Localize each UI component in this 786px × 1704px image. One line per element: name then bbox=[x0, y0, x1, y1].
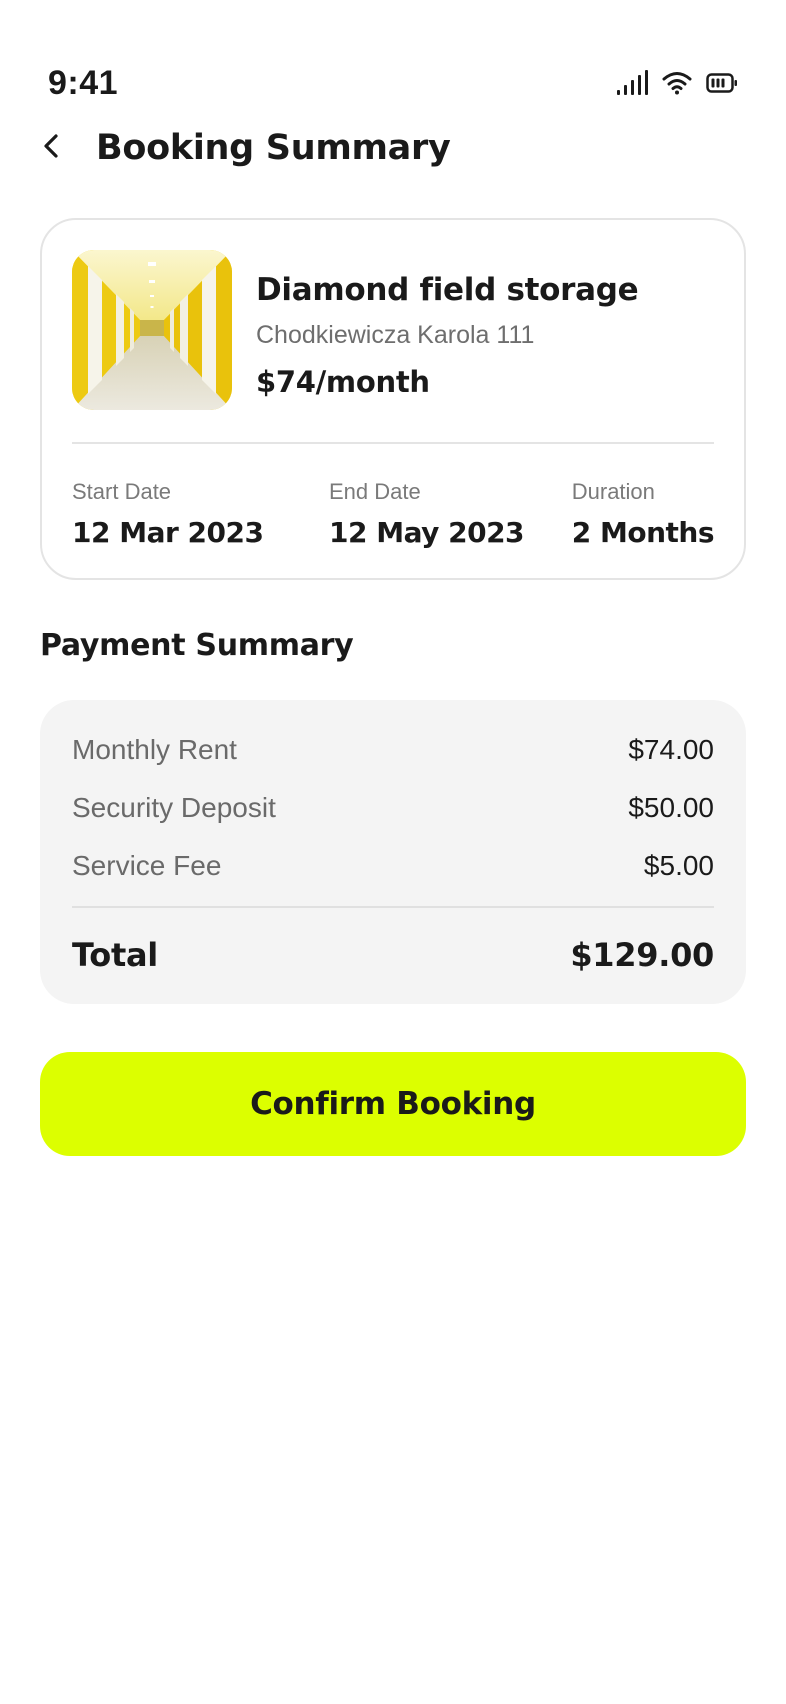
payment-label: Monthly Rent bbox=[72, 734, 237, 765]
storage-card[interactable]: Diamond field storage Chodkiewicza Karol… bbox=[40, 218, 746, 580]
page-title: Booking Summary bbox=[96, 128, 451, 168]
payment-value: $74.00 bbox=[628, 734, 714, 765]
storage-address: Chodkiewicza Karola 111 bbox=[256, 321, 535, 349]
card-divider bbox=[72, 442, 714, 444]
payment-row-service-fee: Service Fee $5.00 bbox=[72, 846, 714, 886]
payment-label: Service Fee bbox=[72, 850, 222, 881]
total-value: $129.00 bbox=[570, 936, 714, 974]
duration: Duration 2 Months bbox=[571, 478, 715, 550]
payment-summary-card: Monthly Rent $74.00 Security Deposit $50… bbox=[40, 700, 746, 1004]
total-label: Total bbox=[72, 936, 158, 974]
status-time: 9:41 bbox=[48, 63, 119, 102]
chevron-left-icon bbox=[40, 130, 64, 166]
end-date: End Date 12 May 2023 bbox=[329, 478, 525, 550]
payment-summary-title: Payment Summary bbox=[40, 628, 354, 663]
end-date-label: End Date bbox=[329, 479, 421, 504]
storage-name: Diamond field storage bbox=[256, 272, 639, 308]
start-date-value: 12 Mar 2023 bbox=[72, 516, 264, 549]
header: Booking Summary bbox=[40, 118, 746, 178]
end-date-value: 12 May 2023 bbox=[329, 516, 525, 549]
dates-row: Start Date 12 Mar 2023 End Date 12 May 2… bbox=[72, 478, 715, 558]
confirm-booking-label: Confirm Booking bbox=[250, 1086, 536, 1122]
payment-row-security-deposit: Security Deposit $50.00 bbox=[72, 788, 714, 828]
duration-label: Duration bbox=[571, 479, 655, 504]
back-button[interactable] bbox=[40, 118, 84, 178]
confirm-booking-button[interactable]: Confirm Booking bbox=[40, 1052, 746, 1156]
start-date: Start Date 12 Mar 2023 bbox=[72, 478, 264, 550]
duration-value: 2 Months bbox=[571, 516, 715, 549]
storage-price: $74/month bbox=[256, 365, 430, 399]
status-bar: 9:41 bbox=[48, 60, 738, 106]
storage-thumbnail bbox=[72, 250, 232, 410]
status-icons bbox=[616, 70, 738, 96]
cellular-signal-icon bbox=[616, 70, 648, 96]
battery-icon bbox=[706, 73, 738, 93]
payment-row-monthly-rent: Monthly Rent $74.00 bbox=[72, 730, 714, 770]
storage-info: Diamond field storage Chodkiewicza Karol… bbox=[256, 268, 724, 400]
payment-value: $50.00 bbox=[628, 792, 714, 823]
payment-value: $5.00 bbox=[643, 850, 714, 881]
wifi-icon bbox=[662, 71, 692, 95]
payment-label: Security Deposit bbox=[72, 792, 276, 823]
start-date-label: Start Date bbox=[72, 479, 172, 504]
payment-total-row: Total $129.00 bbox=[72, 930, 714, 980]
payment-divider bbox=[72, 906, 714, 908]
